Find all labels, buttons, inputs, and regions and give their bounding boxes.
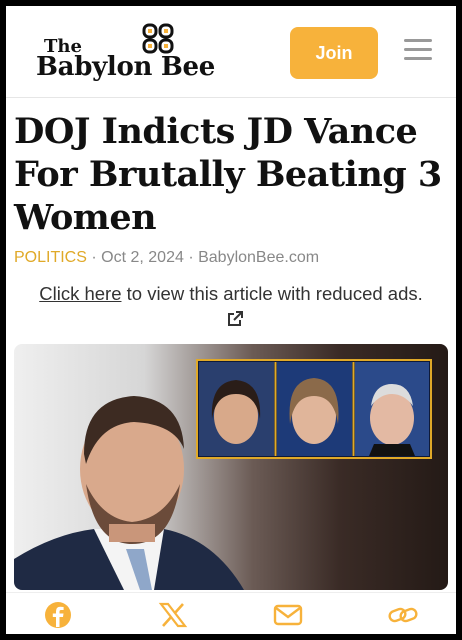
- hamburger-menu-icon[interactable]: [404, 39, 432, 63]
- reduced-ads-text: to view this article with reduced ads.: [121, 283, 423, 304]
- article-date: Oct 2, 2024: [101, 249, 184, 266]
- reduced-ads-note: Click here to view this article with red…: [14, 281, 448, 333]
- logo-main-text: Babylon Bee: [36, 52, 216, 82]
- join-button[interactable]: Join: [290, 27, 378, 79]
- article-source: BabylonBee.com: [198, 249, 320, 266]
- facebook-icon[interactable]: [43, 601, 73, 629]
- meta-separator: ·: [91, 249, 102, 266]
- bee-icon: [142, 23, 174, 54]
- page-frame: The Babylon Bee Join DOJ Indicts JD Vanc…: [6, 6, 456, 634]
- email-icon[interactable]: [273, 601, 303, 629]
- article-meta: POLITICS · Oct 2, 2024 · BabylonBee.com: [14, 249, 448, 267]
- external-link-icon[interactable]: [225, 309, 245, 329]
- x-icon[interactable]: [158, 601, 188, 629]
- reduced-ads-link[interactable]: Click here: [39, 283, 121, 304]
- article-hero-image: [14, 344, 448, 590]
- hero-illustration: [14, 359, 432, 590]
- share-bar: [6, 592, 456, 634]
- article-headline: DOJ Indicts JD Vance For Brutally Beatin…: [14, 111, 442, 238]
- site-header: The Babylon Bee Join: [6, 6, 456, 98]
- meta-separator: ·: [188, 249, 199, 266]
- category-link[interactable]: POLITICS: [14, 249, 87, 266]
- link-icon[interactable]: [388, 601, 418, 629]
- article-header: DOJ Indicts JD Vance For Brutally Beatin…: [14, 110, 448, 333]
- site-logo[interactable]: The Babylon Bee: [36, 20, 226, 84]
